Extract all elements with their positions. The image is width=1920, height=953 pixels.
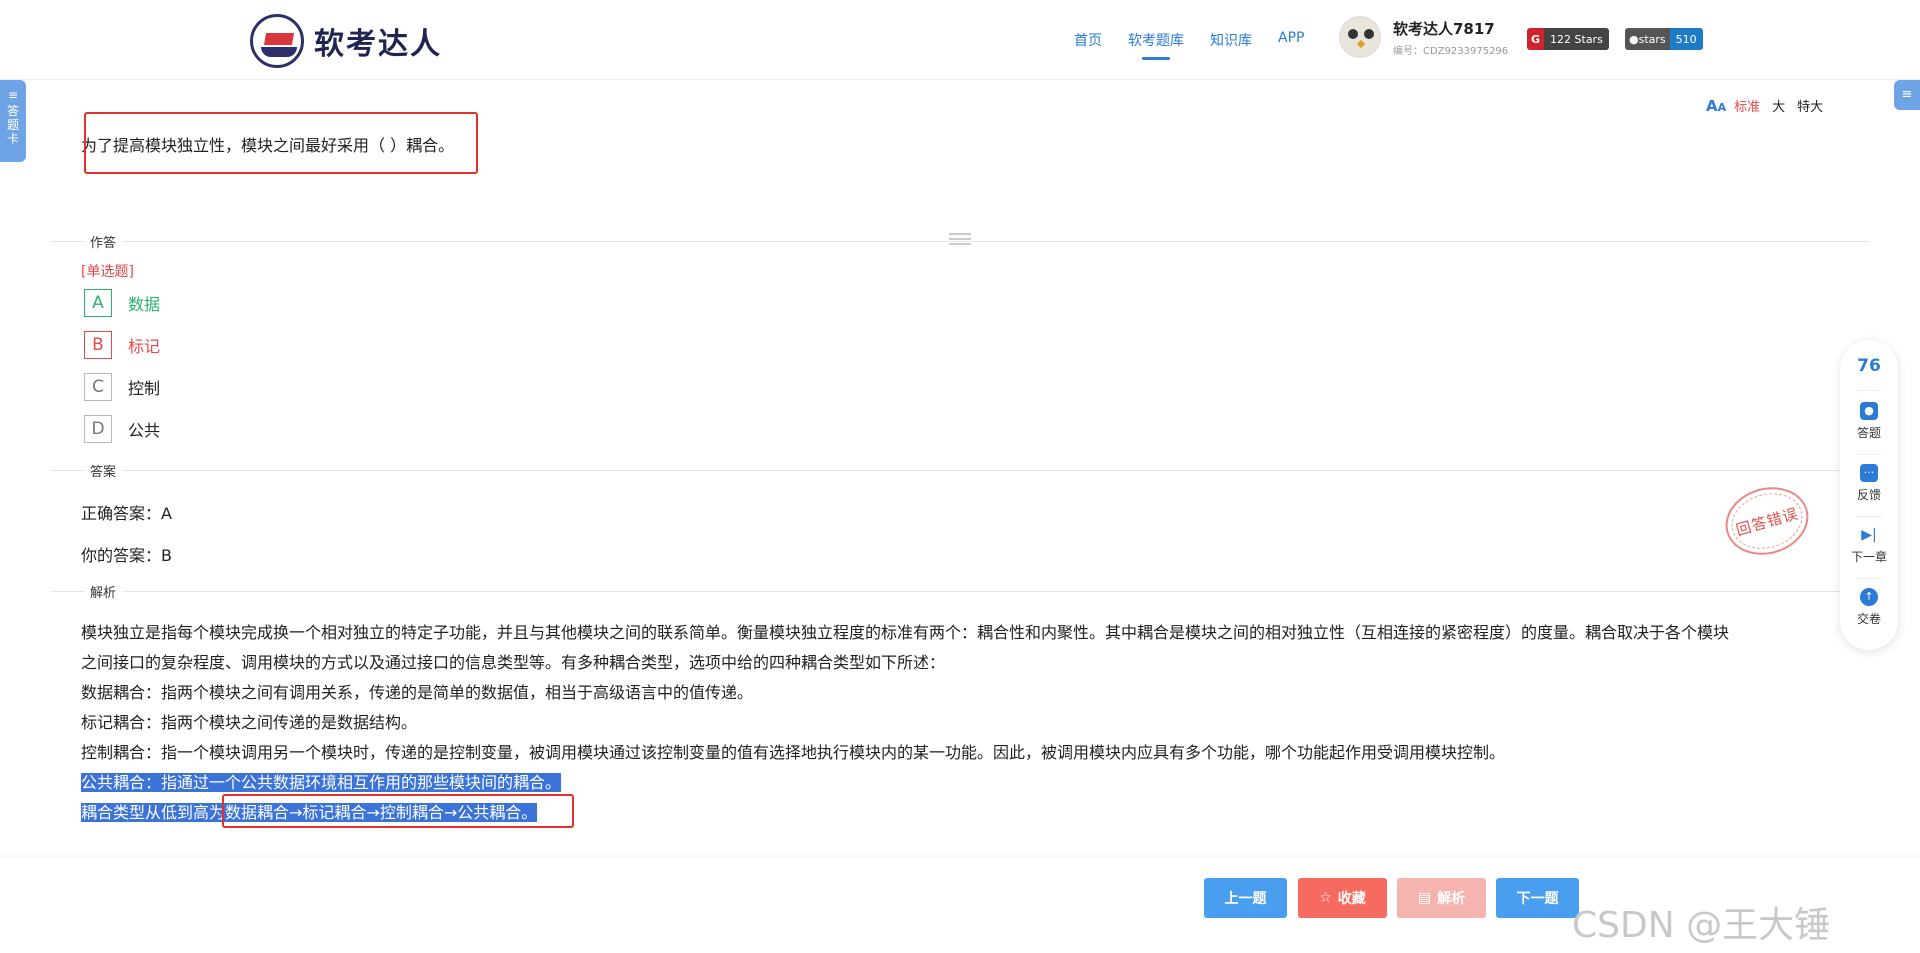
correct-answer: 正确答案：A (81, 504, 172, 523)
nav-knowledge[interactable]: 知识库 (1210, 30, 1252, 50)
github-stars-label: stars (1638, 32, 1666, 46)
option-letter: C (84, 373, 112, 401)
star-icon: ☆ (1319, 890, 1332, 906)
avatar[interactable] (1339, 16, 1381, 58)
arrow-up-icon: ↑ (1860, 588, 1878, 606)
analysis-line: 标记耦合：指两个模块之间传递的是数据结构。 (81, 713, 418, 732)
option-text: 控制 (128, 379, 161, 398)
github-stars-badge[interactable]: ● stars 510 (1625, 28, 1703, 50)
next-question-label: 下一题 (1516, 891, 1559, 907)
analysis-line: 数据耦合：指两个模块之间有调用关系，传递的是简单的数据值，相当于高级语言中的值传… (81, 683, 754, 702)
font-size-control: AA 标准 大 特大 (1706, 96, 1835, 116)
section-label-answer: 答案 (84, 461, 123, 480)
next-chapter-button[interactable]: ▶| 下一章 (1840, 526, 1898, 565)
nav-home[interactable]: 首页 (1074, 30, 1102, 50)
skip-next-icon: ▶| (1861, 527, 1877, 543)
gitee-stars-count: 122 Stars (1544, 28, 1609, 50)
analysis-line: 之间接口的复杂程度、调用模块的方式以及通过接口的信息类型等。有多种耦合类型，选项… (81, 653, 946, 672)
github-icon: ● stars (1625, 28, 1670, 50)
font-large-option[interactable]: 大 (1772, 96, 1785, 115)
font-standard-option[interactable]: 标准 (1734, 96, 1760, 115)
logo-icon (250, 14, 304, 68)
favorite-button[interactable]: ☆ 收藏 (1298, 878, 1387, 918)
option-a[interactable]: A 数据 (84, 289, 160, 317)
list-icon: ≡ (7, 88, 19, 102)
analysis-line: 模块独立是指每个模块完成换一个相对独立的特定子功能，并且与其他模块之间的联系简单… (81, 623, 1730, 642)
list-icon: ≡ (1901, 87, 1913, 102)
submit-paper-label: 交卷 (1856, 612, 1881, 626)
gitee-stars-badge[interactable]: G 122 Stars (1527, 28, 1609, 50)
drag-handle-icon[interactable] (949, 233, 971, 245)
nav-app[interactable]: APP (1278, 30, 1304, 50)
option-letter: D (84, 415, 112, 443)
option-letter: A (84, 289, 112, 317)
section-label-work: 作答 (84, 232, 123, 251)
gitee-icon: G (1527, 28, 1545, 50)
option-b[interactable]: B 标记 (84, 331, 160, 359)
divider (1856, 454, 1882, 455)
next-question-button[interactable]: 下一题 (1496, 878, 1579, 918)
section-label-analysis: 解析 (84, 582, 123, 601)
nav-question-bank[interactable]: 软考题库 (1128, 30, 1184, 60)
option-text: 数据 (128, 295, 161, 314)
highlight-box-question (84, 112, 478, 174)
right-drawer-tab[interactable]: ≡ (1894, 80, 1920, 110)
highlight-box-conclusion (222, 794, 574, 828)
option-c[interactable]: C 控制 (84, 373, 160, 401)
feedback-label: 反馈 (1856, 488, 1881, 502)
option-text: 标记 (128, 337, 161, 356)
prev-question-button[interactable]: 上一题 (1204, 878, 1287, 918)
analysis-line-selected: 公共耦合：指通过一个公共数据环境相互作用的那些模块间的耦合。 (81, 773, 562, 792)
site-logo[interactable]: 软考达人 (250, 14, 442, 68)
option-letter: B (84, 331, 112, 359)
divider (1856, 578, 1882, 579)
answer-sheet-button[interactable]: ● 答题 (1840, 402, 1898, 441)
question-count: 76 (1857, 356, 1881, 376)
user-name: 软考达人7817 (1393, 19, 1495, 38)
lightbulb-icon: ● (1860, 402, 1878, 420)
question-type: [单选题] (81, 264, 134, 280)
answer-card-tab[interactable]: ≡ 答题卡 (0, 80, 26, 162)
answer-card-label: 答题卡 (7, 104, 20, 146)
csdn-watermark: CSDN @王大锤4391 (1572, 905, 1831, 953)
font-xlarge-option[interactable]: 特大 (1797, 96, 1823, 115)
wrong-answer-stamp: 回答错误 (1717, 477, 1817, 565)
user-id: 编号：CDZ9233975296 (1393, 45, 1509, 57)
chat-icon: ··· (1860, 464, 1878, 482)
analysis-button[interactable]: ▤ 解析 (1397, 878, 1486, 918)
document-icon: ▤ (1417, 890, 1432, 906)
analysis-line: 控制耦合：指一个模块调用另一个模块时，传递的是控制变量，被调用模块通过该控制变量… (81, 743, 1506, 762)
analysis-label: 解析 (1437, 891, 1466, 907)
feedback-button[interactable]: ··· 反馈 (1840, 464, 1898, 503)
main-nav: 首页 软考题库 知识库 APP (1074, 30, 1330, 60)
answer-sheet-label: 答题 (1856, 426, 1881, 440)
submit-paper-button[interactable]: ↑ 交卷 (1840, 588, 1898, 627)
option-text: 公共 (128, 421, 161, 440)
github-stars-count: 510 (1669, 28, 1703, 50)
font-size-icon: AA (1706, 96, 1727, 115)
top-header: 软考达人 首页 软考题库 知识库 APP 软考达人7817 编号：CDZ9233… (0, 0, 1920, 80)
divider (1856, 516, 1882, 517)
divider (50, 591, 1870, 592)
option-d[interactable]: D 公共 (84, 415, 160, 443)
logo-text: 软考达人 (314, 27, 442, 62)
divider (50, 470, 1870, 471)
divider (1856, 390, 1882, 391)
your-answer: 你的答案：B (81, 546, 172, 565)
next-chapter-label: 下一章 (1850, 550, 1887, 564)
prev-question-label: 上一题 (1224, 891, 1267, 907)
user-profile[interactable]: 软考达人7817 编号：CDZ9233975296 (1339, 16, 1508, 58)
favorite-label: 收藏 (1337, 891, 1366, 907)
floating-tool-panel: 76 ● 答题 ··· 反馈 ▶| 下一章 ↑ 交卷 (1840, 340, 1898, 650)
